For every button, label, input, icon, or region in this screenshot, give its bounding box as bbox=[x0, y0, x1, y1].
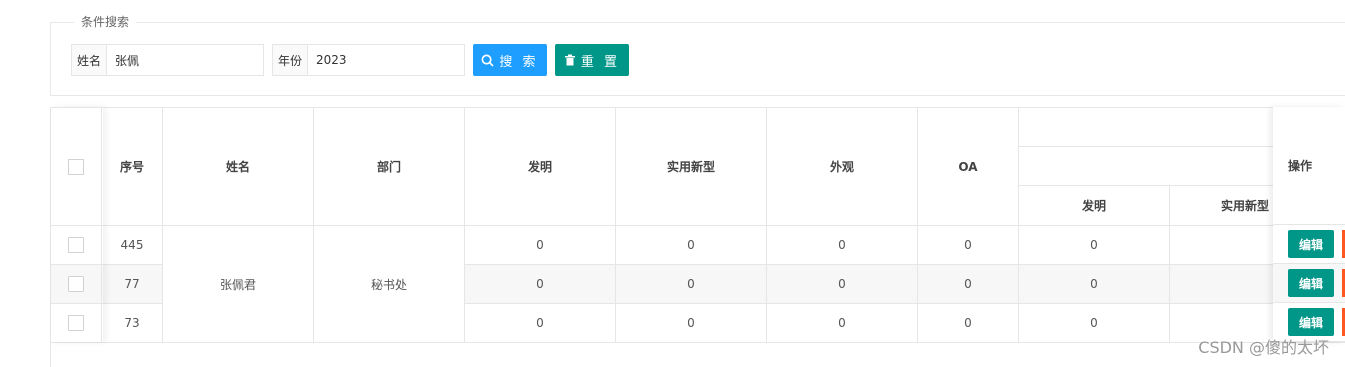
header-ops: 操作 bbox=[1273, 107, 1345, 225]
cell-dept-merged: 秘书处 bbox=[314, 226, 465, 343]
header-seq: 序号 bbox=[102, 108, 163, 226]
row-checkbox-cell bbox=[51, 265, 102, 304]
search-button[interactable]: 搜 索 bbox=[473, 44, 547, 76]
year-input[interactable] bbox=[308, 45, 464, 75]
cell-utility: 0 bbox=[616, 265, 767, 304]
trash-icon bbox=[564, 54, 575, 66]
cell-design: 0 bbox=[767, 226, 918, 265]
header-sub-invention: 发明 bbox=[1019, 186, 1170, 226]
name-label: 姓名 bbox=[72, 45, 107, 75]
cell-sub-invention: 0 bbox=[1019, 226, 1170, 265]
search-legend: 条件搜索 bbox=[74, 13, 137, 30]
cell-sub-invention: 0 bbox=[1019, 304, 1170, 343]
cell-seq: 445 bbox=[102, 226, 163, 265]
cell-oa: 0 bbox=[918, 265, 1019, 304]
header-dept: 部门 bbox=[314, 108, 465, 226]
cell-name-merged: 张佩君 bbox=[163, 226, 314, 343]
cell-invention: 0 bbox=[465, 304, 616, 343]
row-checkbox[interactable] bbox=[68, 276, 84, 292]
row-checkbox[interactable] bbox=[68, 237, 84, 253]
watermark: CSDN @傻的太坏 bbox=[1198, 338, 1329, 357]
cell-utility: 0 bbox=[616, 304, 767, 343]
edit-button[interactable]: 编辑 bbox=[1288, 308, 1334, 336]
row-checkbox[interactable] bbox=[68, 315, 84, 331]
cell-seq: 77 bbox=[102, 265, 163, 304]
header-checkbox-cell bbox=[51, 108, 102, 226]
cell-sub-invention: 0 bbox=[1019, 265, 1170, 304]
ops-cell: 编辑 bbox=[1273, 264, 1345, 303]
cell-oa: 0 bbox=[918, 226, 1019, 265]
cell-oa: 0 bbox=[918, 304, 1019, 343]
search-button-label: 搜 索 bbox=[499, 54, 539, 70]
select-all-checkbox[interactable] bbox=[68, 158, 84, 175]
search-icon bbox=[481, 54, 495, 67]
header-invention: 发明 bbox=[465, 108, 616, 226]
edit-button[interactable]: 编辑 bbox=[1288, 269, 1334, 297]
header-design: 外观 bbox=[767, 108, 918, 226]
data-table: 序号 姓名 部门 发明 实用新型 外观 OA 发明 实用新型 445 0 0 0… bbox=[50, 107, 1345, 367]
ops-cell: 编辑 bbox=[1273, 225, 1345, 264]
row-checkbox-cell bbox=[51, 226, 102, 265]
name-input[interactable] bbox=[107, 45, 263, 75]
operations-column: 操作 编辑 编辑 编辑 bbox=[1273, 107, 1345, 342]
edit-button[interactable]: 编辑 bbox=[1288, 230, 1334, 258]
cell-invention: 0 bbox=[465, 226, 616, 265]
row-checkbox-cell bbox=[51, 304, 102, 343]
reset-button[interactable]: 重 置 bbox=[555, 44, 629, 76]
cell-invention: 0 bbox=[465, 265, 616, 304]
header-name: 姓名 bbox=[163, 108, 314, 226]
name-field: 姓名 bbox=[71, 44, 264, 76]
year-field: 年份 bbox=[272, 44, 465, 76]
cell-design: 0 bbox=[767, 304, 918, 343]
cell-design: 0 bbox=[767, 265, 918, 304]
header-utility: 实用新型 bbox=[616, 108, 767, 226]
header-oa: OA bbox=[918, 108, 1019, 226]
year-label: 年份 bbox=[273, 45, 308, 75]
reset-button-label: 重 置 bbox=[580, 54, 621, 70]
cell-seq: 73 bbox=[102, 304, 163, 343]
cell-utility: 0 bbox=[616, 226, 767, 265]
